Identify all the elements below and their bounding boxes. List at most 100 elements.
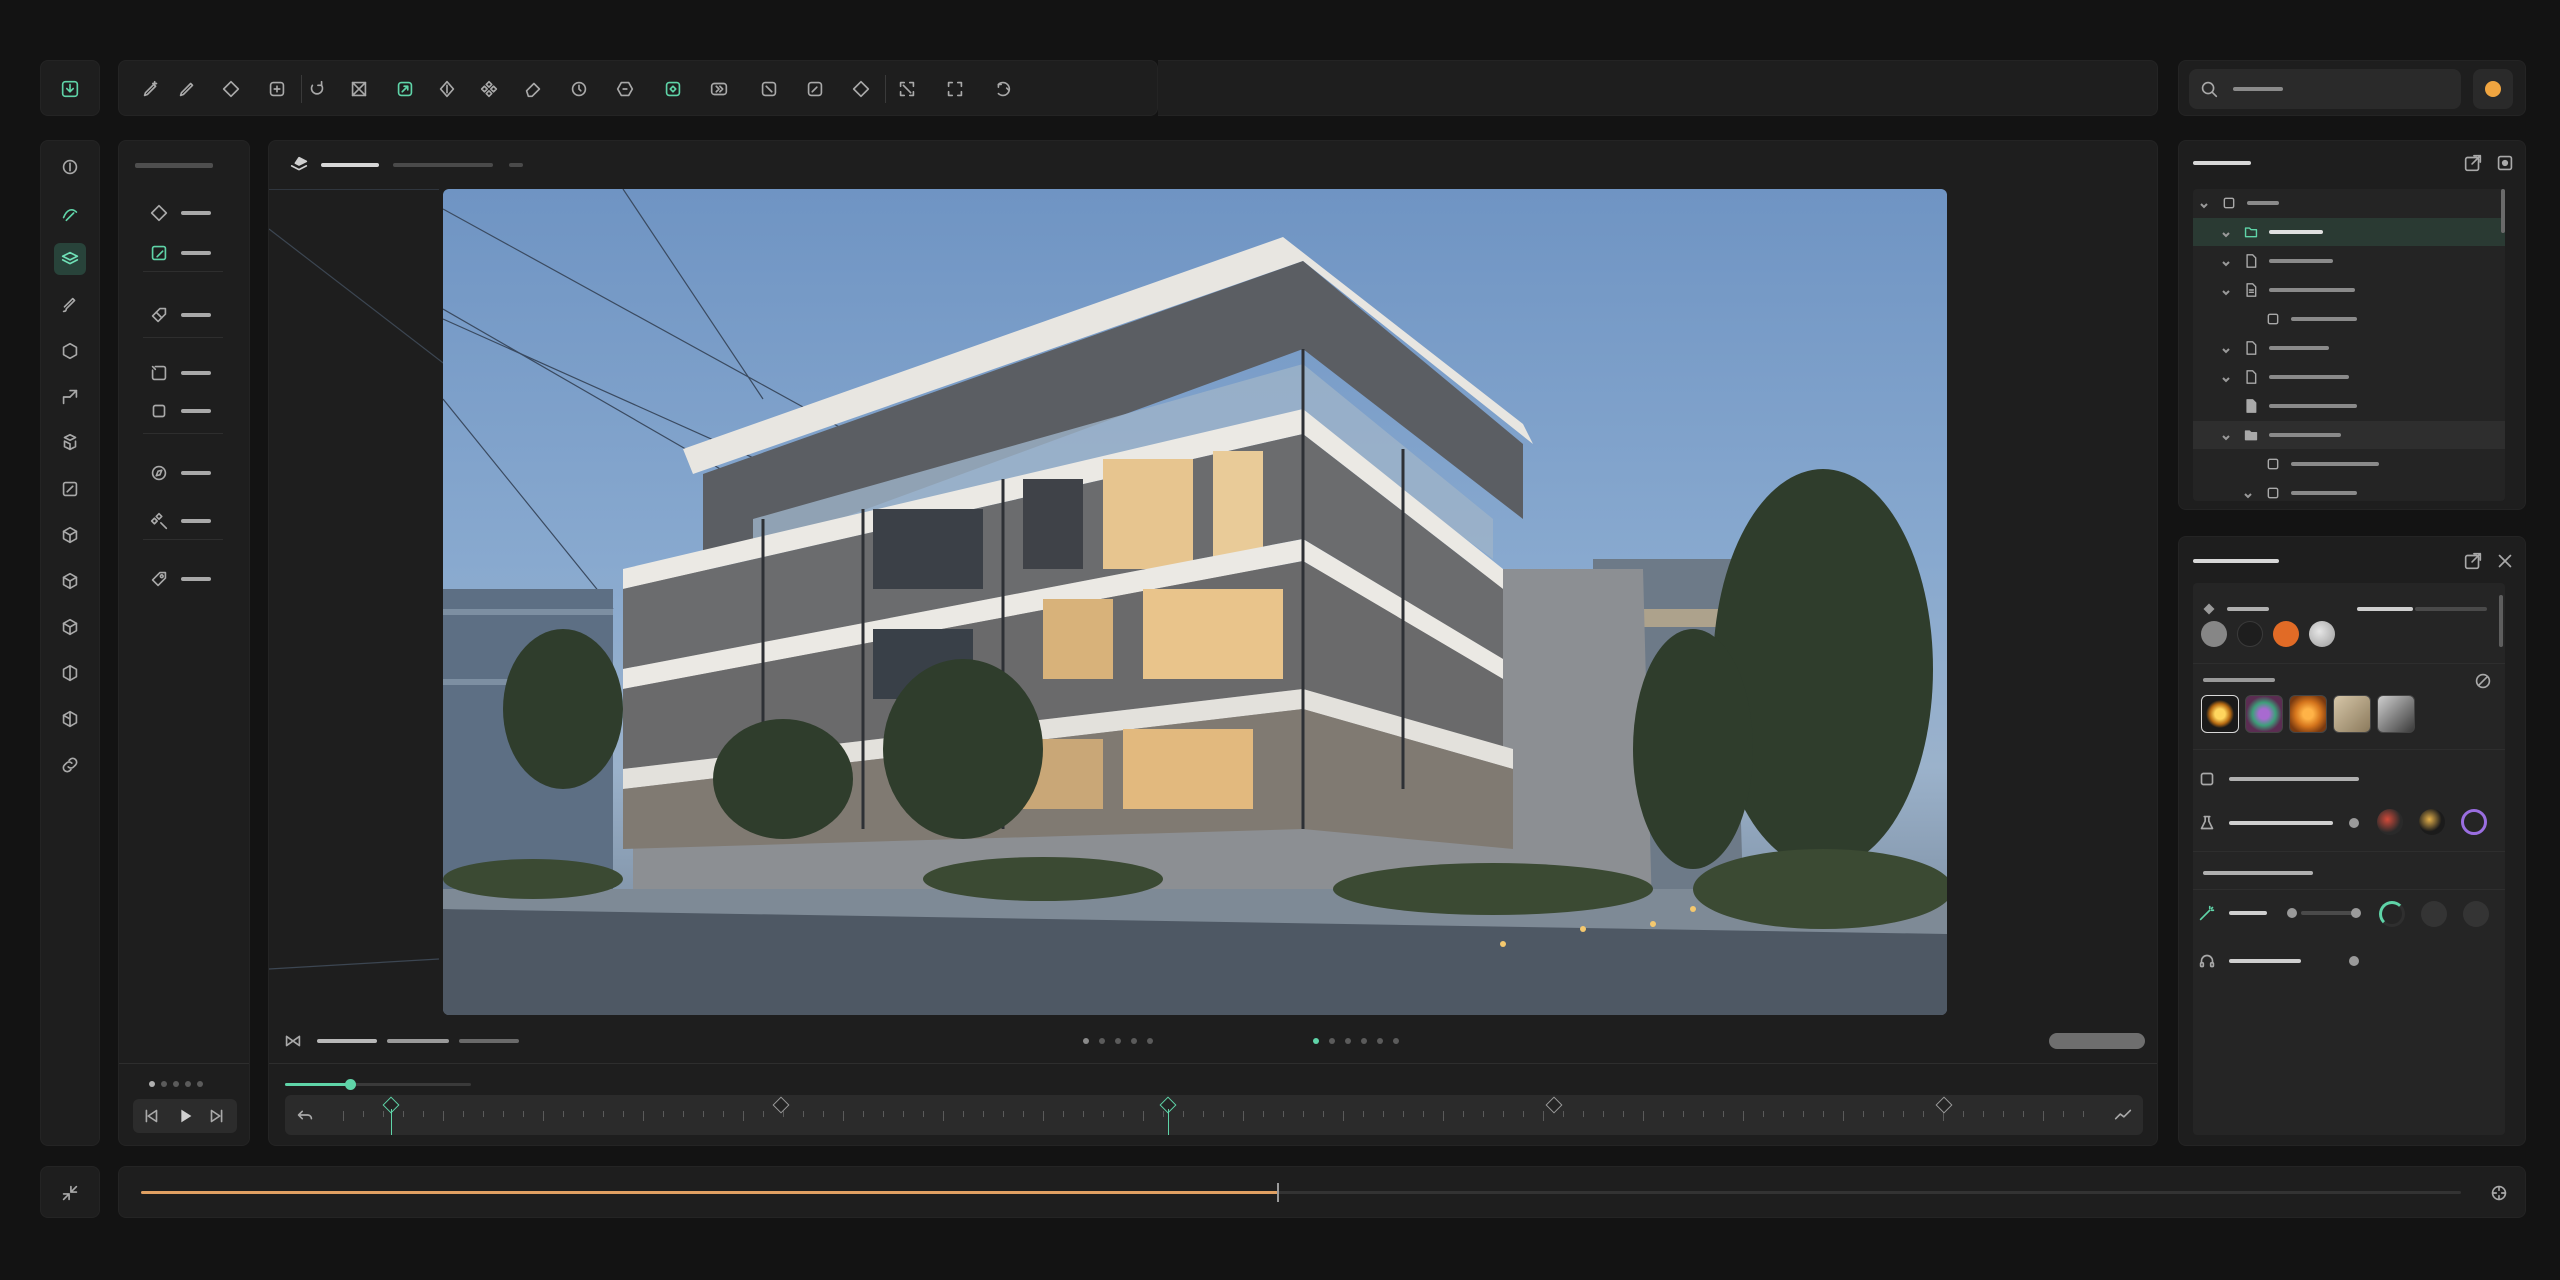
layers-icon[interactable] bbox=[54, 243, 86, 275]
close-icon[interactable] bbox=[2489, 545, 2521, 577]
edit-icon[interactable] bbox=[54, 473, 86, 505]
scene-tree-row[interactable] bbox=[2193, 421, 2505, 449]
stack-icon[interactable] bbox=[54, 427, 86, 459]
empty-slot[interactable] bbox=[2421, 901, 2447, 927]
chevron-down-icon[interactable] bbox=[2199, 198, 2209, 209]
pen-plus-icon[interactable] bbox=[135, 73, 167, 105]
chevron-down-icon[interactable] bbox=[2221, 285, 2231, 296]
chevron-down-icon[interactable] bbox=[2221, 430, 2231, 441]
half-hexagon-icon[interactable] bbox=[54, 657, 86, 689]
slash-circle-icon[interactable] bbox=[2467, 665, 2499, 697]
skip-back-icon[interactable] bbox=[135, 1100, 167, 1132]
square-rotate-icon[interactable] bbox=[143, 357, 175, 389]
timeline-track[interactable] bbox=[285, 1095, 2143, 1135]
page-dot[interactable] bbox=[1377, 1038, 1383, 1044]
frame-icon[interactable] bbox=[939, 73, 971, 105]
page-dot[interactable] bbox=[1345, 1038, 1351, 1044]
scene-tree-row[interactable] bbox=[2193, 363, 2505, 391]
diamond-icon[interactable] bbox=[215, 73, 247, 105]
curve-icon[interactable] bbox=[2107, 1099, 2139, 1131]
color-swatch[interactable] bbox=[2273, 621, 2299, 647]
page-dot[interactable] bbox=[1131, 1038, 1137, 1044]
plant-material[interactable] bbox=[2245, 695, 2283, 733]
collapse-icon[interactable] bbox=[54, 1177, 86, 1209]
erase-icon[interactable] bbox=[517, 73, 549, 105]
tag-edit-icon[interactable] bbox=[143, 299, 175, 331]
empty-slot[interactable] bbox=[2463, 901, 2489, 927]
scene-tree-row[interactable] bbox=[2193, 189, 2505, 217]
color-swatch[interactable] bbox=[2201, 621, 2227, 647]
chevron-down-icon[interactable] bbox=[2221, 343, 2231, 354]
pencil-icon[interactable] bbox=[171, 73, 203, 105]
scene-tree-scrollbar[interactable] bbox=[2501, 189, 2505, 233]
env-dark-icon[interactable] bbox=[2419, 809, 2445, 835]
hexagon-icon[interactable] bbox=[54, 335, 86, 367]
move-icon[interactable] bbox=[431, 73, 463, 105]
scene-tree-row[interactable] bbox=[2193, 392, 2505, 420]
diamond-icon[interactable] bbox=[143, 197, 175, 229]
clock-icon[interactable] bbox=[563, 73, 595, 105]
add-square-icon[interactable] bbox=[261, 73, 293, 105]
import-icon[interactable] bbox=[54, 73, 86, 105]
page-dot[interactable] bbox=[1115, 1038, 1121, 1044]
scene-tree-row[interactable] bbox=[2193, 218, 2505, 246]
shape-icon[interactable] bbox=[609, 73, 641, 105]
color-swatch[interactable] bbox=[2237, 621, 2263, 647]
sun-material[interactable] bbox=[2201, 695, 2239, 733]
cube-material[interactable] bbox=[2377, 695, 2415, 733]
brush-icon[interactable] bbox=[54, 289, 86, 321]
transform-icon[interactable] bbox=[389, 73, 421, 105]
scrubber[interactable] bbox=[285, 1079, 471, 1091]
scene-tree-row[interactable] bbox=[2193, 305, 2505, 333]
page-dot[interactable] bbox=[1099, 1038, 1105, 1044]
env-ring-icon[interactable] bbox=[2461, 809, 2487, 835]
keyframe[interactable] bbox=[1935, 1096, 1953, 1114]
scene-tree-row[interactable] bbox=[2193, 334, 2505, 362]
refresh-icon[interactable] bbox=[987, 73, 1019, 105]
page-dot[interactable] bbox=[1329, 1038, 1335, 1044]
scale-icon[interactable] bbox=[54, 381, 86, 413]
warm-material[interactable] bbox=[2289, 695, 2327, 733]
rotate-icon[interactable] bbox=[301, 73, 333, 105]
strength-slider[interactable] bbox=[2229, 908, 2361, 918]
scene-tree-row[interactable] bbox=[2193, 247, 2505, 275]
export-icon[interactable] bbox=[2457, 545, 2489, 577]
zoom-pill[interactable] bbox=[2049, 1033, 2145, 1049]
intensity-slider[interactable] bbox=[2229, 818, 2359, 828]
undo-icon[interactable] bbox=[289, 1099, 321, 1131]
target-icon[interactable] bbox=[2483, 1177, 2515, 1209]
progress-track[interactable] bbox=[141, 1183, 2461, 1202]
keyframe[interactable] bbox=[772, 1096, 790, 1114]
chevron-down-icon[interactable] bbox=[2221, 372, 2231, 383]
half-cube-icon[interactable] bbox=[54, 703, 86, 735]
play-icon[interactable] bbox=[169, 1100, 201, 1132]
status-indicator[interactable] bbox=[2473, 69, 2513, 109]
page-dot[interactable] bbox=[1313, 1038, 1319, 1044]
page-dot[interactable] bbox=[1083, 1038, 1089, 1044]
info-icon[interactable] bbox=[54, 151, 86, 183]
color-swatch[interactable] bbox=[2309, 621, 2335, 647]
bowtie-icon[interactable] bbox=[277, 1025, 309, 1057]
crop-x-icon[interactable] bbox=[343, 73, 375, 105]
cube-outline-icon[interactable] bbox=[54, 565, 86, 597]
square-icon[interactable] bbox=[143, 395, 175, 427]
chevron-down-icon[interactable] bbox=[2221, 256, 2231, 267]
keyframe[interactable] bbox=[1545, 1096, 1563, 1114]
render-image[interactable] bbox=[443, 189, 1947, 1015]
scrollbar[interactable] bbox=[2499, 595, 2503, 647]
gray-material[interactable] bbox=[2333, 695, 2371, 733]
scene-tree-row[interactable] bbox=[2193, 450, 2505, 478]
scene-tree-row[interactable] bbox=[2193, 479, 2505, 501]
page-dot[interactable] bbox=[1147, 1038, 1153, 1044]
forward-icon[interactable] bbox=[703, 73, 735, 105]
box-icon[interactable] bbox=[54, 611, 86, 643]
chevron-down-icon[interactable] bbox=[2221, 227, 2231, 238]
tag-icon[interactable] bbox=[143, 563, 175, 595]
scene-tree-row[interactable] bbox=[2193, 276, 2505, 304]
shape-active-icon[interactable] bbox=[657, 73, 689, 105]
skip-forward-icon[interactable] bbox=[201, 1100, 233, 1132]
page-dot[interactable] bbox=[1361, 1038, 1367, 1044]
diamond-outline-icon[interactable] bbox=[845, 73, 877, 105]
grid-move-icon[interactable] bbox=[473, 73, 505, 105]
chevron-down-icon[interactable] bbox=[2243, 488, 2253, 499]
